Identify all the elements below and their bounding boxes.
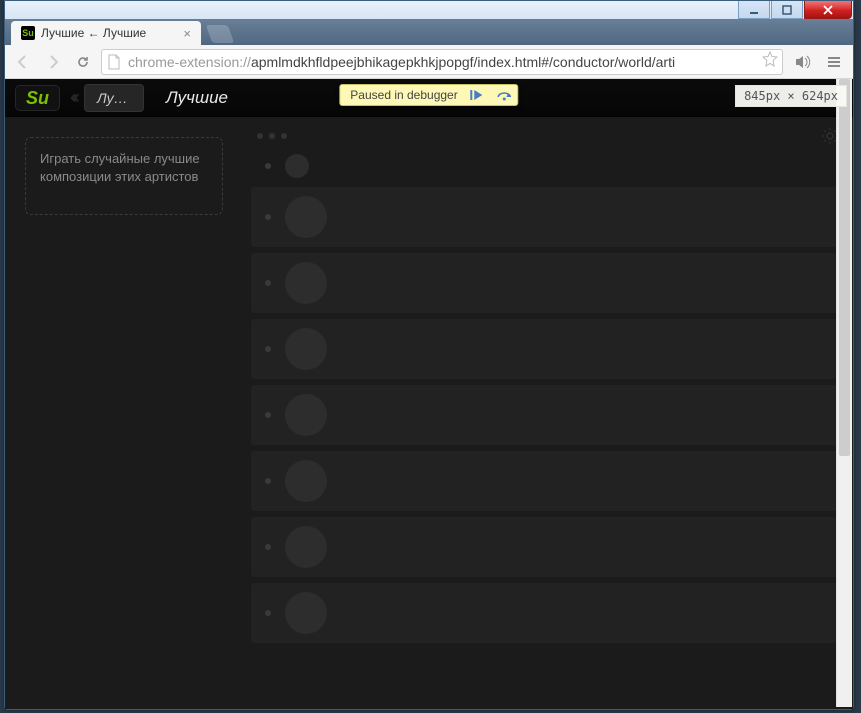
breadcrumb-chevrons-icon: ‹‹‹	[70, 87, 76, 108]
forward-button[interactable]	[41, 50, 65, 74]
back-button[interactable]	[11, 50, 35, 74]
page-viewport: Su ‹‹‹ Луч... Лучшие Paused in debugger …	[5, 79, 853, 709]
vertical-scrollbar[interactable]	[836, 79, 852, 707]
debugger-message: Paused in debugger	[350, 89, 457, 101]
page-title: Лучшие	[166, 88, 228, 108]
avatar	[285, 262, 327, 304]
list-item[interactable]	[251, 517, 839, 577]
debugger-step-over-button[interactable]	[496, 87, 514, 103]
debugger-overlay: Paused in debugger	[339, 84, 518, 106]
reload-button[interactable]	[71, 50, 95, 74]
bullet-icon	[265, 214, 271, 220]
chrome-menu-button[interactable]	[821, 54, 847, 70]
list-item[interactable]	[251, 253, 839, 313]
window-minimize-button[interactable]	[738, 1, 770, 19]
avatar	[285, 328, 327, 370]
browser-window: Su Лучшие ← Лучшие × chrome-extension://…	[4, 0, 854, 710]
bookmark-star-icon[interactable]	[762, 51, 778, 72]
debugger-resume-button[interactable]	[468, 87, 486, 103]
scrollbar-thumb[interactable]	[839, 79, 850, 456]
new-tab-button[interactable]	[206, 25, 235, 43]
volume-icon[interactable]	[789, 53, 815, 71]
avatar	[285, 394, 327, 436]
page-icon	[106, 54, 122, 70]
breadcrumb-item[interactable]: Луч...	[84, 84, 144, 112]
list-item[interactable]	[251, 151, 839, 181]
artist-list	[223, 117, 853, 709]
avatar	[285, 154, 309, 178]
bullet-icon	[265, 280, 271, 286]
list-item[interactable]	[251, 583, 839, 643]
bullet-icon	[265, 478, 271, 484]
browser-tab-strip: Su Лучшие ← Лучшие ×	[5, 19, 853, 45]
bullet-icon	[265, 610, 271, 616]
avatar	[285, 592, 327, 634]
browser-tab[interactable]: Su Лучшие ← Лучшие ×	[11, 21, 201, 45]
window-close-button[interactable]	[804, 1, 852, 19]
window-maximize-button[interactable]	[771, 1, 803, 19]
tab-title: Лучшие ← Лучшие	[41, 26, 177, 40]
avatar	[285, 526, 327, 568]
url-text: chrome-extension://apmlmdkhfldpeejbhikag…	[128, 54, 756, 70]
address-bar[interactable]: chrome-extension://apmlmdkhfldpeejbhikag…	[101, 49, 783, 75]
list-item[interactable]	[251, 319, 839, 379]
play-random-card[interactable]: Играть случайные лучшие композиции этих …	[25, 137, 223, 215]
browser-toolbar: chrome-extension://apmlmdkhfldpeejbhikag…	[5, 45, 853, 79]
avatar	[285, 460, 327, 502]
app-logo[interactable]: Su	[15, 85, 60, 111]
list-item[interactable]	[251, 385, 839, 445]
tab-favicon: Su	[21, 26, 35, 40]
list-item[interactable]	[251, 451, 839, 511]
app-body: Играть случайные лучшие композиции этих …	[5, 117, 853, 709]
window-titlebar	[5, 1, 853, 19]
loading-dots-icon	[251, 133, 839, 139]
bullet-icon	[265, 412, 271, 418]
tab-close-icon[interactable]: ×	[183, 26, 191, 41]
bullet-icon	[265, 163, 271, 169]
avatar	[285, 196, 327, 238]
list-item[interactable]	[251, 187, 839, 247]
bullet-icon	[265, 544, 271, 550]
bullet-icon	[265, 346, 271, 352]
